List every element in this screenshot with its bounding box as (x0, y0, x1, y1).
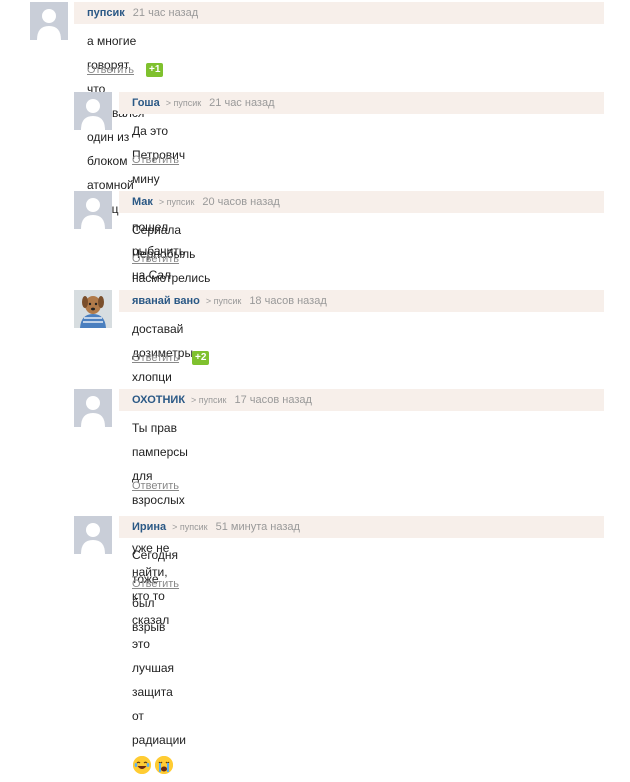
default-user-icon (74, 516, 112, 554)
reply-link[interactable]: Ответить (132, 480, 179, 492)
crying-emoji-icon (155, 755, 174, 774)
comment-header: яванай вано > пупсик 18 часов назад (119, 290, 604, 312)
laughing-tears-emoji-icon (133, 755, 151, 774)
default-user-icon (30, 2, 68, 40)
comment-header: Мак > пупсик 20 часов назад (119, 191, 604, 213)
comment-text-line-with-emoji: лучшая защита от радиации (132, 656, 188, 776)
author-name[interactable]: пупсик (87, 7, 125, 19)
timestamp: 21 час назад (132, 7, 199, 19)
reply-link[interactable]: Ответить (87, 64, 134, 76)
timestamp: 21 час назад (209, 97, 275, 109)
reply-link[interactable]: Ответить (132, 154, 179, 166)
avatar[interactable] (74, 191, 112, 229)
avatar[interactable] (74, 389, 112, 427)
rating-badge: +1 (146, 63, 164, 77)
avatar[interactable] (74, 516, 112, 554)
default-user-icon (74, 191, 112, 229)
reply-to-label[interactable]: > пупсик (191, 395, 226, 405)
timestamp: 17 часов назад (234, 394, 312, 406)
comment-header: Ирина > пупсик 51 минута назад (119, 516, 604, 538)
comment-header: Гоша > пупсик 21 час назад (119, 92, 604, 114)
reply-to-label[interactable]: > пупсик (159, 197, 194, 207)
avatar[interactable] (74, 290, 112, 328)
reply-to-label[interactable]: > пупсик (166, 98, 201, 108)
avatar[interactable] (30, 2, 68, 40)
author-name[interactable]: яванай вано (132, 295, 200, 307)
author-name[interactable]: Гоша (132, 97, 160, 109)
reply-link[interactable]: Ответить (132, 578, 179, 590)
comment-text-line: лучшая защита от радиации (132, 661, 187, 747)
reply-link[interactable]: Ответить (132, 352, 179, 364)
dog-photo-avatar (74, 290, 112, 328)
author-name[interactable]: Ирина (132, 521, 166, 533)
author-name[interactable]: Мак (132, 196, 153, 208)
author-name[interactable]: ОХОТНИК (132, 394, 185, 406)
timestamp: 20 часов назад (202, 196, 280, 208)
comment-header: пупсик 21 час назад (74, 2, 604, 24)
reply-link[interactable]: Ответить (132, 253, 179, 265)
default-user-icon (74, 92, 112, 130)
timestamp: 18 часов назад (249, 295, 327, 307)
avatar[interactable] (74, 92, 112, 130)
reply-to-label[interactable]: > пупсик (172, 522, 207, 532)
timestamp: 51 минута назад (215, 521, 300, 533)
default-user-icon (74, 389, 112, 427)
comment-header: ОХОТНИК > пупсик 17 часов назад (119, 389, 604, 411)
reply-to-label[interactable]: > пупсик (206, 296, 241, 306)
comment-text: Сегодня тоже был взрыв (132, 548, 178, 634)
rating-badge: +2 (192, 351, 210, 365)
